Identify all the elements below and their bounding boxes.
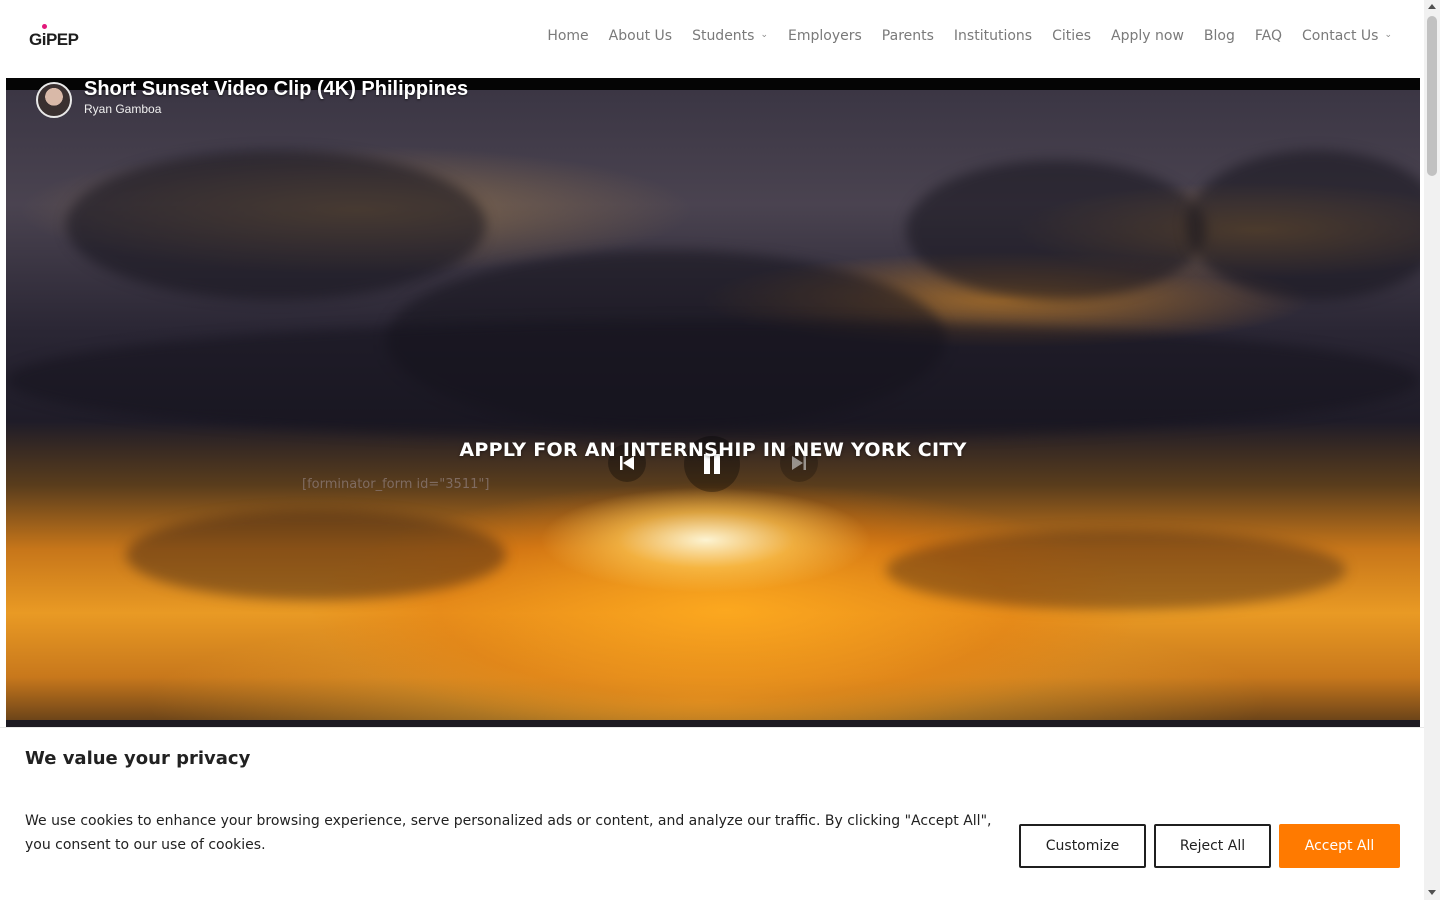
nav-label: FAQ bbox=[1254, 28, 1282, 44]
nav-label: Cities bbox=[1052, 28, 1092, 44]
hero-heading: APPLY FOR AN INTERNSHIP IN NEW YORK CITY bbox=[459, 439, 967, 461]
cloud-shape bbox=[6, 320, 1420, 440]
site-header: GiPEP Home About Us Students ⌄ Employers … bbox=[0, 0, 1424, 78]
nav-item-home[interactable]: Home bbox=[547, 28, 588, 44]
nav-item-faq[interactable]: FAQ bbox=[1255, 28, 1282, 44]
cloud-shape bbox=[126, 510, 506, 600]
nav-item-contact-us[interactable]: Contact Us ⌄ bbox=[1302, 28, 1392, 44]
nav-label: Parents bbox=[881, 28, 934, 44]
video-title[interactable]: Short Sunset Video Clip (4K) Philippines bbox=[84, 78, 468, 101]
video-channel-name[interactable]: Ryan Gamboa bbox=[84, 102, 161, 116]
cookie-banner: We value your privacy We use cookies to … bbox=[0, 727, 1424, 900]
nav-item-cities[interactable]: Cities bbox=[1052, 28, 1091, 44]
page-scrollbar[interactable] bbox=[1424, 0, 1440, 900]
cloud-shape bbox=[906, 160, 1206, 300]
nav-label: Employers bbox=[788, 28, 862, 44]
scroll-thumb[interactable] bbox=[1427, 16, 1437, 176]
logo-dot bbox=[42, 24, 47, 29]
scroll-up-arrow-icon[interactable] bbox=[1428, 4, 1436, 9]
nav-item-about-us[interactable]: About Us bbox=[609, 28, 672, 44]
nav-label: Contact Us bbox=[1301, 28, 1379, 44]
hero-video[interactable]: Short Sunset Video Clip (4K) Philippines… bbox=[6, 78, 1420, 728]
cookie-title: We value your privacy bbox=[25, 748, 251, 769]
nav-item-apply-now[interactable]: Apply now bbox=[1111, 28, 1184, 44]
customize-button[interactable]: Customize bbox=[1019, 824, 1146, 868]
chevron-down-icon: ⌄ bbox=[760, 30, 769, 40]
chevron-down-icon: ⌄ bbox=[1384, 30, 1392, 40]
nav-item-blog[interactable]: Blog bbox=[1204, 28, 1235, 44]
reject-all-button[interactable]: Reject All bbox=[1154, 824, 1271, 868]
nav-item-parents[interactable]: Parents bbox=[882, 28, 934, 44]
video-frame bbox=[6, 90, 1420, 728]
main-nav: Home About Us Students ⌄ Employers Parent… bbox=[547, 28, 1392, 44]
logo-text: GiPEP bbox=[29, 30, 79, 49]
accept-all-button[interactable]: Accept All bbox=[1279, 824, 1400, 868]
nav-label: Students bbox=[692, 28, 755, 44]
nav-item-institutions[interactable]: Institutions bbox=[954, 28, 1032, 44]
nav-label: Institutions bbox=[953, 28, 1033, 44]
cookie-description: We use cookies to enhance your browsing … bbox=[25, 813, 992, 853]
form-shortcode-text: [forminator_form id="3511"] bbox=[302, 477, 490, 492]
nav-label: Apply now bbox=[1111, 28, 1184, 44]
site-logo[interactable]: GiPEP bbox=[29, 24, 79, 51]
cloud-shape bbox=[66, 150, 486, 300]
nav-label: Blog bbox=[1203, 28, 1235, 44]
cloud-shape bbox=[1186, 150, 1420, 300]
nav-label: About Us bbox=[608, 28, 673, 44]
cloud-shape bbox=[886, 530, 1346, 610]
nav-label: Home bbox=[547, 28, 589, 44]
channel-avatar[interactable] bbox=[36, 82, 72, 118]
nav-item-students[interactable]: Students ⌄ bbox=[692, 28, 768, 44]
nav-item-employers[interactable]: Employers bbox=[788, 28, 862, 44]
scroll-down-arrow-icon[interactable] bbox=[1428, 890, 1436, 895]
